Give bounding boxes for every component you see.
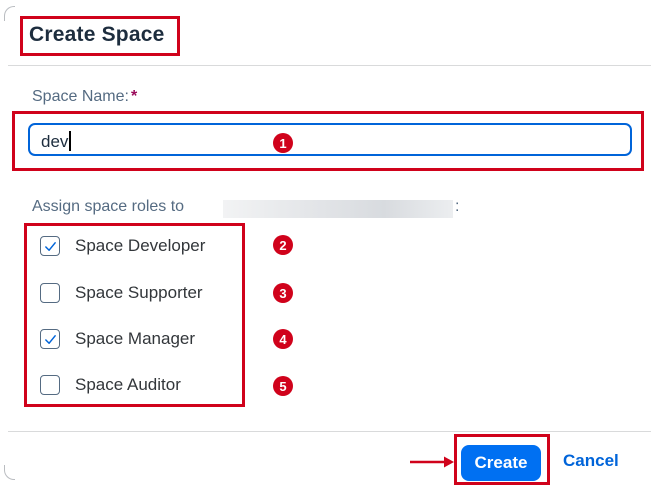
- step-badge-2: 2: [273, 235, 293, 255]
- dialog-corner: [4, 465, 15, 480]
- space-name-label-text: Space Name:: [32, 88, 129, 105]
- step-badge-5: 5: [273, 376, 293, 396]
- space-name-label: Space Name: *: [32, 88, 137, 106]
- dialog-corner: [4, 6, 15, 21]
- step-badge-4: 4: [273, 329, 293, 349]
- roles-highlight-box: [24, 223, 245, 407]
- header-divider: [8, 65, 651, 66]
- step-badge-1: 1: [273, 133, 293, 153]
- red-arrow-icon: [410, 456, 454, 468]
- footer-divider: [8, 431, 651, 432]
- step-badge-3: 3: [273, 283, 293, 303]
- create-space-dialog: Create Space Space Name: * dev 1 Assign s…: [0, 0, 651, 485]
- required-indicator: *: [130, 88, 138, 105]
- cancel-button[interactable]: Cancel: [563, 451, 619, 471]
- create-highlight-box: [454, 434, 550, 485]
- title-highlight-box: [20, 16, 180, 56]
- assign-roles-label: Assign space roles to: [32, 198, 185, 215]
- input-highlight-box: [12, 111, 644, 171]
- redacted-user-name: [223, 200, 453, 218]
- assign-roles-colon: :: [455, 198, 460, 215]
